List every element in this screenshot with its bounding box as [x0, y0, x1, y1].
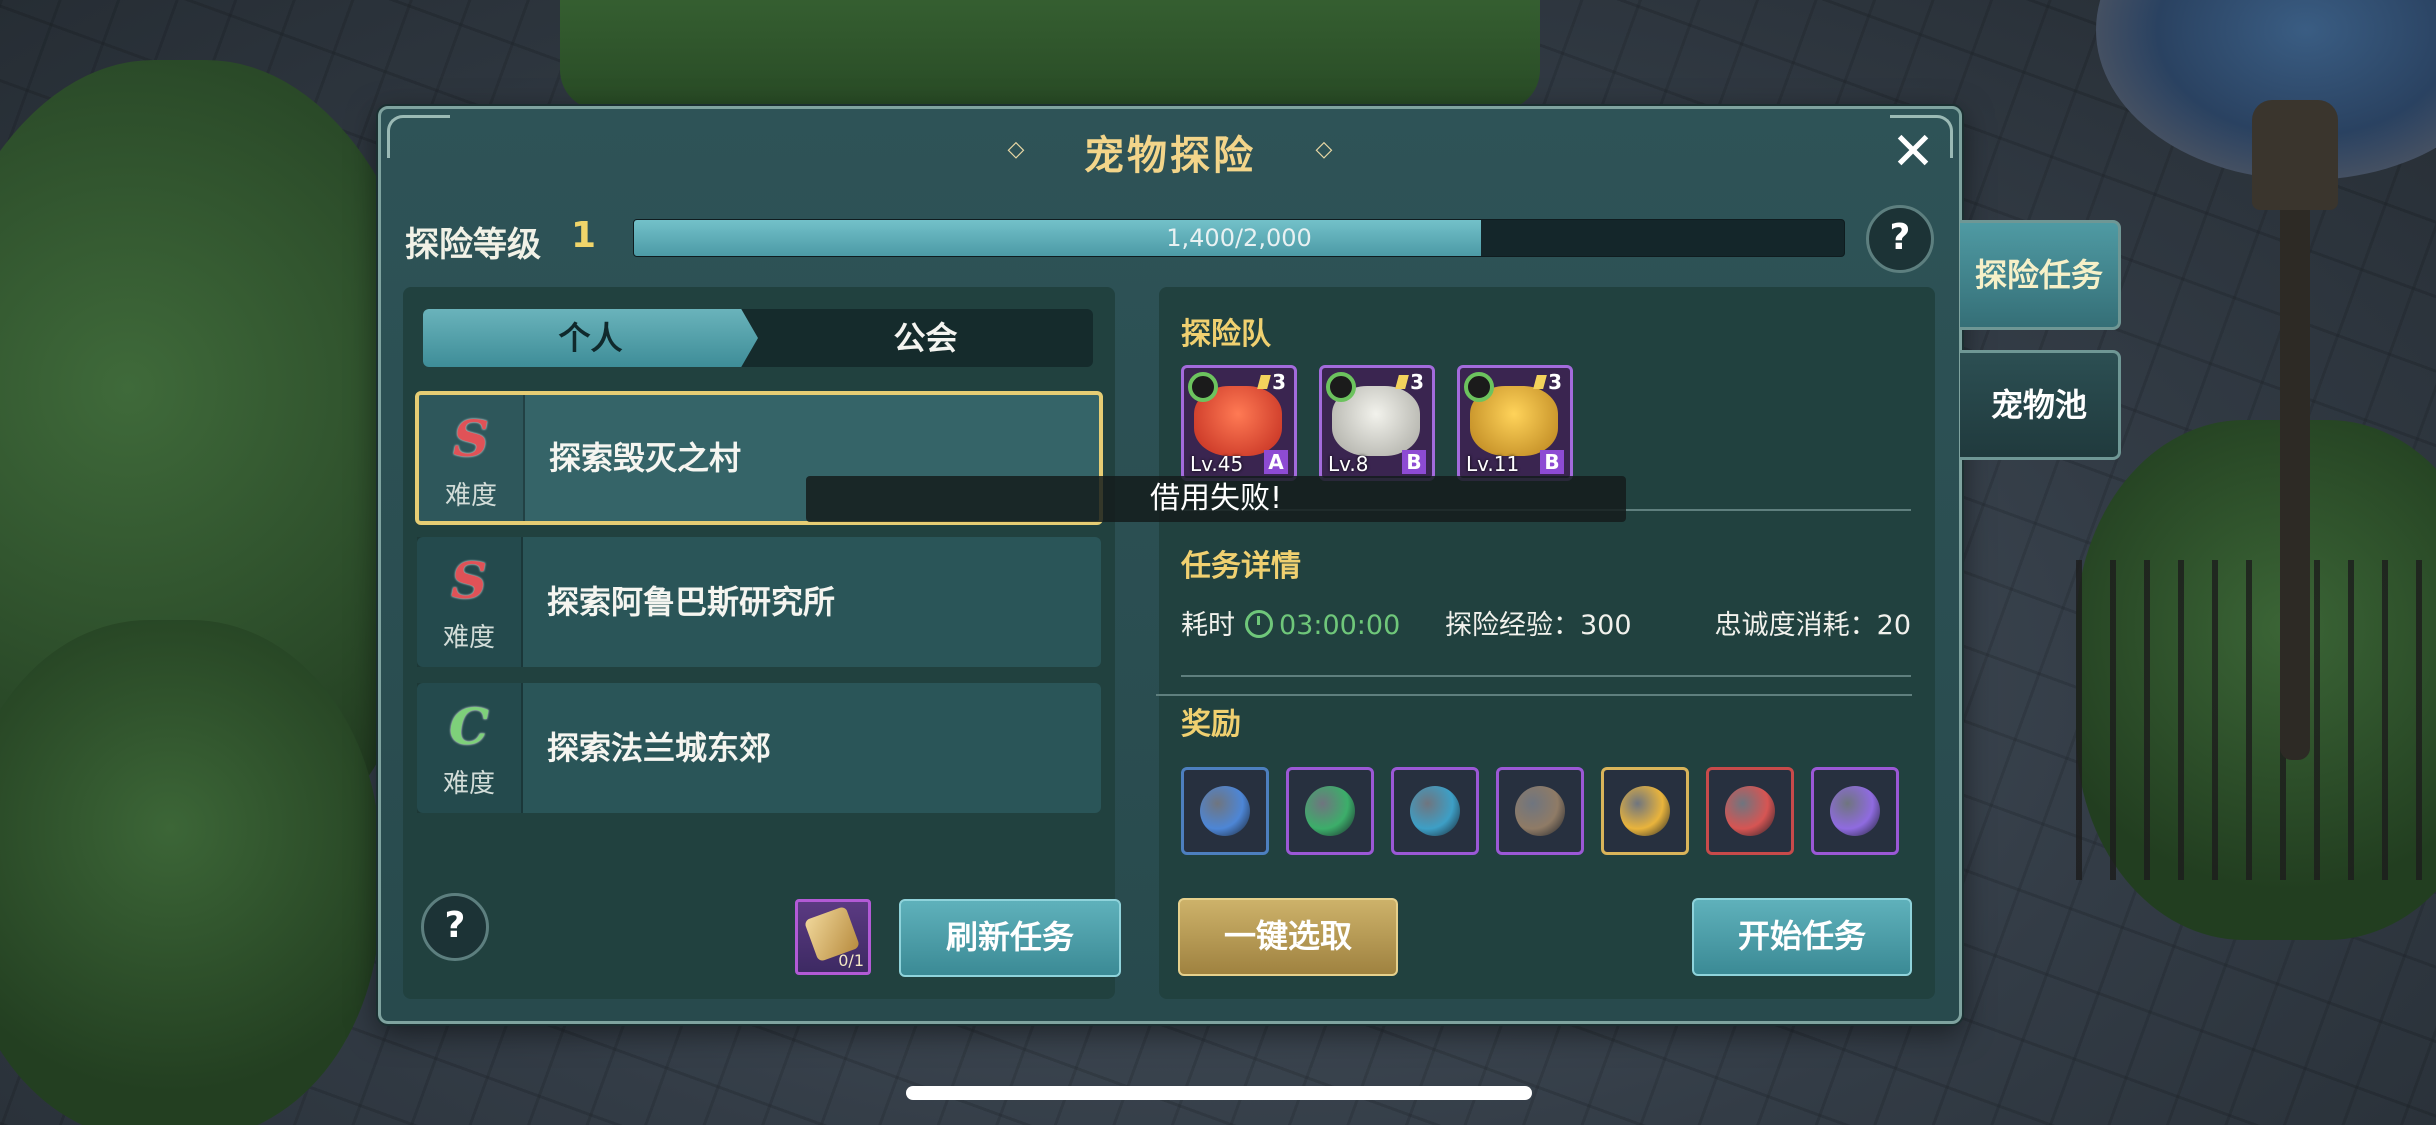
task-name: 探索阿鲁巴斯研究所	[547, 583, 836, 621]
pet-status-ring-icon	[1188, 372, 1218, 402]
task-detail-panel: 探险队 3 Lv.45 A 3 Lv.8 B 3 Lv.11 B 任务详情 耗时…	[1159, 287, 1935, 999]
pet-rank-badge: B	[1540, 450, 1564, 474]
green-orb-icon	[1305, 786, 1355, 836]
divider	[1181, 675, 1911, 677]
iron-fence	[2076, 560, 2436, 880]
pet-level: Lv.11	[1466, 452, 1520, 476]
time-cost: 耗时 03:00:00	[1181, 603, 1400, 642]
select-all-button[interactable]: 一键选取	[1178, 898, 1398, 976]
street-lamp-head	[2252, 100, 2338, 210]
task-item[interactable]: S 难度 探索阿鲁巴斯研究所	[417, 537, 1101, 667]
reward-item[interactable]	[1706, 767, 1794, 855]
divider	[1156, 694, 1912, 696]
adventure-exp-progress-bar: 1,400/2,000	[633, 219, 1845, 257]
team-pet-slot[interactable]: 3 Lv.11 B	[1457, 365, 1573, 481]
reward-item[interactable]	[1181, 767, 1269, 855]
loyalty-cost: 忠诚度消耗：20	[1714, 610, 1911, 641]
help-button[interactable]: ?	[1866, 205, 1934, 273]
blue-orb-icon	[1410, 786, 1460, 836]
exp-icon	[1200, 786, 1250, 836]
pet-rank-badge: B	[1402, 450, 1426, 474]
side-tab-adventure-task[interactable]: 探险任务	[1960, 220, 2121, 330]
start-task-button[interactable]: 开始任务	[1692, 898, 1912, 976]
pet-star-count: 3	[1397, 370, 1424, 394]
reward-item[interactable]	[1811, 767, 1899, 855]
scroll-count: 0/1	[838, 951, 864, 970]
reward-item[interactable]	[1601, 767, 1689, 855]
difficulty-label: 难度	[442, 623, 495, 653]
pet-status-ring-icon	[1464, 372, 1494, 402]
time-label: 耗时	[1181, 610, 1235, 641]
home-indicator[interactable]	[906, 1086, 1532, 1100]
tab-personal[interactable]: 个人	[423, 309, 758, 367]
refresh-scroll-item[interactable]: 0/1	[795, 899, 871, 975]
team-pet-slot[interactable]: 3 Lv.45 A	[1181, 365, 1297, 481]
gold-ticket-icon	[1620, 786, 1670, 836]
task-name: 探索法兰城东郊	[547, 729, 772, 767]
reward-item[interactable]	[1496, 767, 1584, 855]
difficulty-grade: C	[449, 697, 489, 756]
difficulty-label: 难度	[444, 481, 497, 511]
difficulty-grade: S	[452, 409, 490, 468]
pet-level: Lv.8	[1328, 452, 1369, 476]
pet-star-count: 3	[1535, 370, 1562, 394]
close-icon[interactable]: ✕	[1889, 126, 1937, 178]
task-name: 探索毁灭之村	[549, 439, 742, 477]
side-tab-pet-pool[interactable]: 宠物池	[1960, 350, 2121, 460]
clock-icon	[1245, 610, 1273, 638]
team-pet-slot[interactable]: 3 Lv.8 B	[1319, 365, 1435, 481]
reward-item[interactable]	[1286, 767, 1374, 855]
task-type-tabs: 个人 公会	[423, 309, 1093, 367]
task-item[interactable]: C 难度 探索法兰城东郊	[417, 683, 1101, 813]
team-title: 探险队	[1181, 317, 1271, 352]
reward-item[interactable]	[1391, 767, 1479, 855]
tree	[0, 620, 380, 1125]
adventure-level-label: 探险等级	[405, 225, 541, 265]
adventure-level-value: 1	[571, 215, 597, 256]
tab-guild[interactable]: 公会	[758, 309, 1093, 367]
pet-star-count: 3	[1259, 370, 1286, 394]
title-ornament-icon: ◇	[1315, 137, 1333, 162]
rewards-title: 奖励	[1181, 707, 1241, 742]
difficulty-grade: S	[450, 551, 488, 610]
street-lamp	[2280, 120, 2310, 760]
pet-status-ring-icon	[1326, 372, 1356, 402]
panel-title: 宠物探险	[1084, 133, 1256, 179]
pet-rank-badge: A	[1264, 450, 1288, 474]
task-list-panel: 个人 公会 S 难度 探索毁灭之村 S 难度 探索阿鲁巴斯研究所 C 难度 探索…	[403, 287, 1121, 999]
borrow-failed-toast: 借用失败!	[806, 476, 1626, 522]
difficulty-label: 难度	[442, 769, 495, 799]
adventure-exp: 探险经验：300	[1445, 610, 1632, 641]
red-ticket-icon	[1725, 786, 1775, 836]
time-value: 03:00:00	[1279, 610, 1401, 641]
hedge	[560, 0, 1540, 110]
refresh-tasks-button[interactable]: 刷新任务	[899, 899, 1121, 977]
mystery-box-icon	[1515, 786, 1565, 836]
purple-ticket-icon	[1830, 786, 1880, 836]
pet-adventure-panel: ◇ 宠物探险 ◇ ✕ 探险等级 1 1,400/2,000 ? 个人 公会 S …	[378, 106, 1962, 1024]
help-button[interactable]: ?	[421, 893, 489, 961]
progress-text: 1,400/2,000	[1166, 224, 1312, 252]
pet-level: Lv.45	[1190, 452, 1244, 476]
task-details-title: 任务详情	[1181, 549, 1301, 584]
